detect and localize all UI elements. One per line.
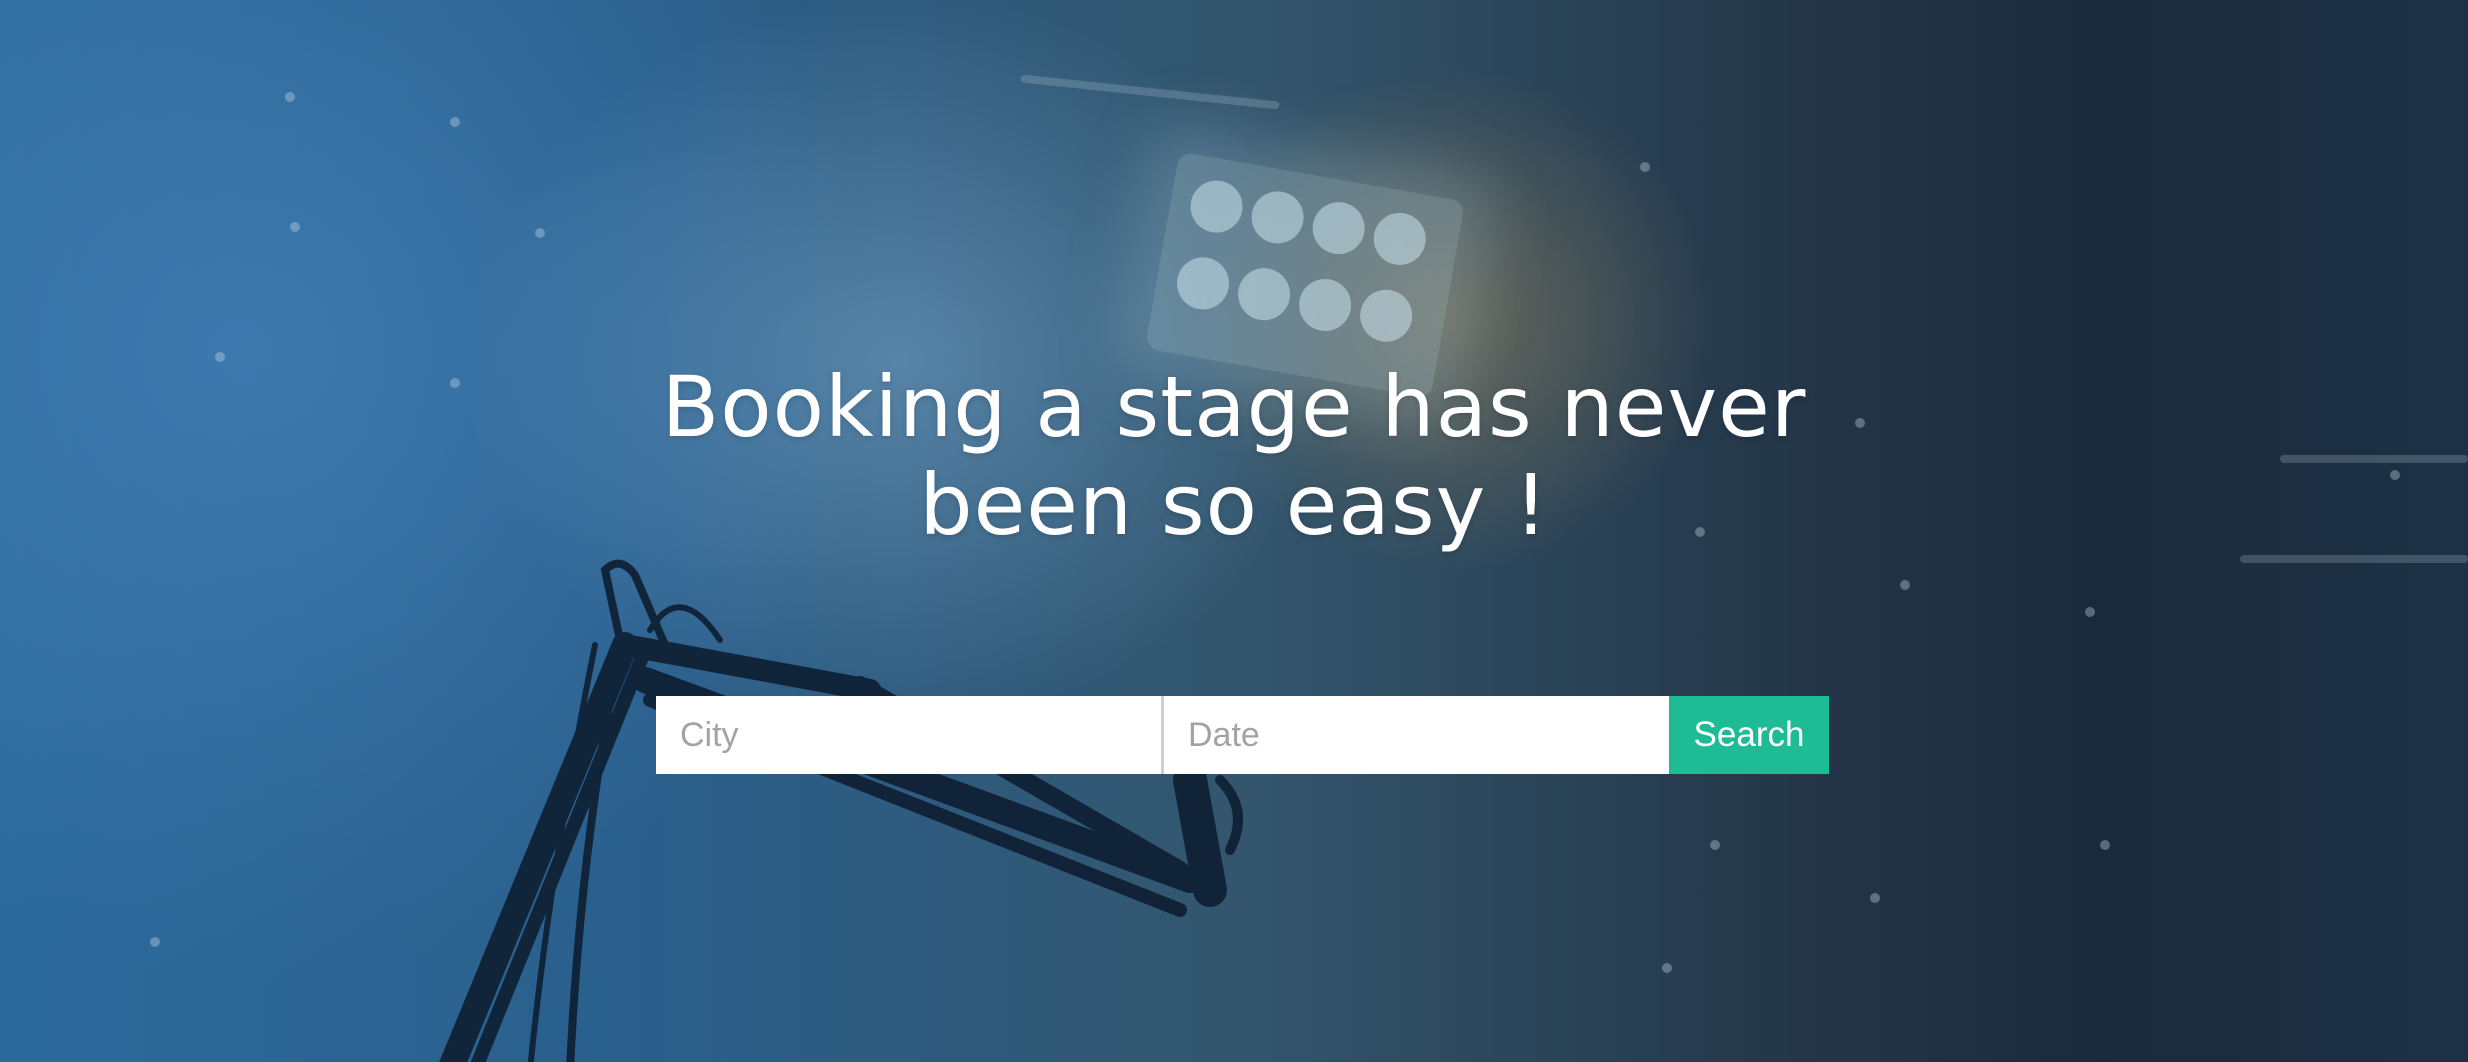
dust-particle xyxy=(150,937,160,947)
dust-particle xyxy=(1662,963,1672,973)
search-button[interactable]: Search xyxy=(1669,696,1829,774)
dust-particle xyxy=(285,92,295,102)
dust-particle xyxy=(450,117,460,127)
dust-particle xyxy=(1900,580,1910,590)
city-input[interactable] xyxy=(656,696,1164,774)
headline-line-1: Booking a stage has never xyxy=(661,358,1807,456)
dust-particle xyxy=(2085,607,2095,617)
search-form: Search xyxy=(656,696,1829,774)
dust-particle xyxy=(290,222,300,232)
microphone-stand xyxy=(439,559,1243,1062)
hero-headline: Booking a stage has never been so easy ! xyxy=(0,358,2468,554)
dust-particle xyxy=(1640,162,1650,172)
lighting-rig xyxy=(2240,555,2468,563)
dust-particle xyxy=(2100,840,2110,850)
date-input[interactable] xyxy=(1164,696,1669,774)
dust-particle xyxy=(1710,840,1720,850)
headline-line-2: been so easy ! xyxy=(919,456,1549,554)
dust-particle xyxy=(1870,893,1880,903)
lighting-rig xyxy=(1020,74,1280,110)
dust-particle xyxy=(535,228,545,238)
